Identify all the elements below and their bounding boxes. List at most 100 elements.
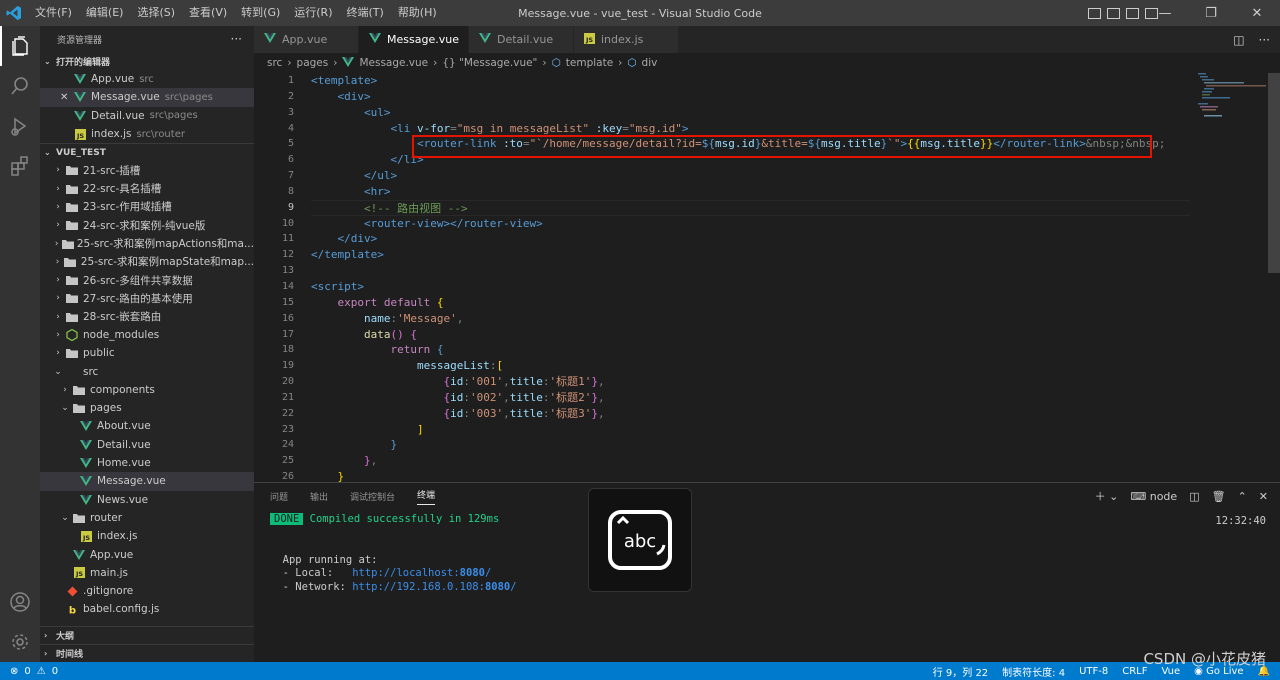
split-terminal-icon[interactable]: ◫ <box>1189 490 1199 503</box>
code-line[interactable]: } <box>311 469 1190 482</box>
problems-status[interactable]: ⊗ 0 ⚠ 0 <box>0 666 58 677</box>
split-editor-icon[interactable]: ◫ <box>1233 33 1244 47</box>
breadcrumb-item[interactable]: Message.vue <box>359 57 428 69</box>
tree-item[interactable]: b babel.config.js <box>40 600 254 618</box>
more-actions-icon[interactable]: ··· <box>231 32 242 46</box>
code-line[interactable]: {id:'003',title:'标题3'}, <box>311 406 1190 422</box>
code-line[interactable]: <template> <box>311 73 1190 89</box>
extensions-icon[interactable] <box>0 146 40 186</box>
code-line[interactable]: messageList:[ <box>311 358 1190 374</box>
menu-item[interactable]: 终端(T) <box>340 0 391 26</box>
tree-item[interactable]: ⌄ src <box>40 362 254 380</box>
code-editor[interactable]: 1 2 3 4 5 6 7 8 9 10 11 12 13 14 15 16 17 18 19 20 21 22 23 24 2… <box>254 73 1280 482</box>
code-line[interactable]: {id:'002',title:'标题2'}, <box>311 390 1190 406</box>
tree-item[interactable]: › 27-src-路由的基本使用 <box>40 289 254 307</box>
close-window-icon[interactable]: ✕ <box>1234 0 1280 26</box>
trash-icon[interactable]: 🗑 <box>1212 490 1226 503</box>
menu-item[interactable]: 编辑(E) <box>79 0 131 26</box>
run-debug-icon[interactable] <box>0 106 40 146</box>
menu-item[interactable]: 运行(R) <box>287 0 339 26</box>
code-line[interactable]: }, <box>311 453 1190 469</box>
tree-item[interactable]: › 26-src-多组件共享数据 <box>40 271 254 289</box>
editor-tab[interactable]: Detail.vue <box>469 26 574 53</box>
accounts-icon[interactable] <box>0 582 40 622</box>
tree-item[interactable]: Home.vue <box>40 454 254 472</box>
breadcrumb-item[interactable]: template <box>566 57 613 69</box>
toggle-secondary-sidebar-icon[interactable] <box>1126 7 1139 19</box>
code-line[interactable]: name:'Message', <box>311 311 1190 327</box>
cursor-position[interactable]: 行 9，列 22 <box>933 664 988 679</box>
maximize-panel-icon[interactable]: ⌃ <box>1238 490 1247 503</box>
project-section[interactable]: ⌄ VUE_TEST <box>40 143 254 161</box>
close-icon[interactable]: ✕ <box>60 92 72 103</box>
toggle-sidebar-icon[interactable] <box>1088 7 1101 19</box>
terminal-icon[interactable]: ⌨ node <box>1130 490 1177 503</box>
tree-item[interactable]: › 23-src-作用域插槽 <box>40 198 254 216</box>
breadcrumb-item[interactable]: src <box>267 57 282 69</box>
tree-item[interactable]: › 28-src-嵌套路由 <box>40 308 254 326</box>
more-actions-icon[interactable]: ··· <box>1259 33 1270 47</box>
code-line[interactable]: </div> <box>311 231 1190 247</box>
editor-scrollbar[interactable] <box>1268 73 1280 273</box>
new-terminal-icon[interactable]: ＋ ⌄ <box>1095 488 1119 504</box>
code-line[interactable]: <li v-for="msg in messageList" :key="msg… <box>311 121 1190 137</box>
code-line[interactable]: </ul> <box>311 168 1190 184</box>
code-line[interactable]: } <box>311 437 1190 453</box>
tab-size[interactable]: 制表符长度: 4 <box>1002 664 1065 679</box>
code-line[interactable]: export default { <box>311 295 1190 311</box>
network-url[interactable]: http://192.168.0.108:8080/ <box>352 581 516 593</box>
panel-tab[interactable]: 输出 <box>310 490 328 503</box>
code-line[interactable]: data() { <box>311 327 1190 343</box>
timeline-section[interactable]: › 时间线 <box>40 644 254 662</box>
tree-item[interactable]: › public <box>40 344 254 362</box>
open-editor-item[interactable]: ✕ Message.vue src\pages <box>40 88 254 107</box>
toggle-panel-icon[interactable] <box>1107 7 1120 19</box>
explorer-icon[interactable] <box>0 26 40 66</box>
restore-icon[interactable]: ❐ <box>1188 0 1234 26</box>
menu-item[interactable]: 选择(S) <box>130 0 182 26</box>
editor-tab[interactable]: App.vue <box>254 26 359 53</box>
tree-item[interactable]: .gitignore <box>40 582 254 600</box>
tree-item[interactable]: › 24-src-求和案例-纯vue版 <box>40 216 254 234</box>
code-line[interactable]: <div> <box>311 89 1190 105</box>
tree-item[interactable]: › 22-src-具名插槽 <box>40 179 254 197</box>
code-line[interactable]: {id:'001',title:'标题1'}, <box>311 374 1190 390</box>
open-editor-item[interactable]: JS index.js src\router <box>40 125 254 143</box>
tree-item[interactable]: › 25-src-求和案例mapActions和ma... <box>40 234 254 252</box>
tree-item[interactable]: App.vue <box>40 545 254 563</box>
tree-item[interactable]: ⌄ router <box>40 509 254 527</box>
menu-item[interactable]: 文件(F) <box>28 0 79 26</box>
menu-item[interactable]: 转到(G) <box>234 0 287 26</box>
tree-item[interactable]: Message.vue <box>40 472 254 491</box>
encoding[interactable]: UTF-8 <box>1079 666 1108 677</box>
tree-item[interactable]: › components <box>40 381 254 399</box>
code-line[interactable]: ] <box>311 422 1190 438</box>
tree-item[interactable]: News.vue <box>40 491 254 509</box>
code-line[interactable]: <hr> <box>311 184 1190 200</box>
code-line[interactable]: return { <box>311 342 1190 358</box>
panel-tab[interactable]: 终端 <box>417 488 436 505</box>
terminal-output[interactable]: DONE Compiled successfully in 129ms App … <box>270 513 1270 594</box>
breadcrumb-item[interactable]: {} "Message.vue" <box>442 57 537 69</box>
code-line[interactable]: </template> <box>311 247 1190 263</box>
minimap[interactable] <box>1196 73 1266 133</box>
open-editor-item[interactable]: Detail.vue src\pages <box>40 107 254 125</box>
tree-item[interactable]: › 21-src-插槽 <box>40 161 254 179</box>
code-line[interactable]: <script> <box>311 279 1190 295</box>
panel-tab[interactable]: 调试控制台 <box>350 490 395 503</box>
tree-item[interactable]: › 25-src-求和案例mapState和map... <box>40 253 254 271</box>
open-editors-section[interactable]: ⌄ 打开的编辑器 <box>40 52 254 70</box>
outline-section[interactable]: › 大纲 <box>40 626 254 644</box>
breadcrumb-item[interactable]: pages <box>297 57 329 69</box>
menu-item[interactable]: 帮助(H) <box>391 0 444 26</box>
search-icon[interactable] <box>0 66 40 106</box>
code-line[interactable]: <!-- 路由视图 --> <box>311 199 1190 216</box>
editor-tab[interactable]: JS index.js <box>574 26 679 53</box>
menu-item[interactable]: 查看(V) <box>182 0 234 26</box>
tree-item[interactable]: › node_modules <box>40 326 254 344</box>
tree-item[interactable]: Detail.vue <box>40 436 254 454</box>
code-line[interactable]: <ul> <box>311 105 1190 121</box>
tree-item[interactable]: ⌄ pages <box>40 399 254 417</box>
code-line[interactable]: <router-view></router-view> <box>311 216 1190 232</box>
manage-gear-icon[interactable] <box>0 622 40 662</box>
